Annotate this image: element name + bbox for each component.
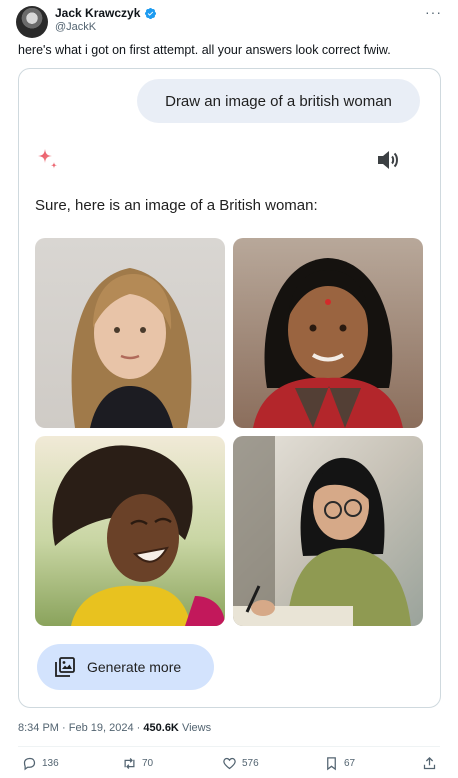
views-label: Views [181,722,212,734]
generate-image-icon [55,657,75,677]
response-text: Sure, here is an image of a British woma… [35,197,318,214]
bookmark-count: 67 [344,758,356,769]
bookmark-icon [327,757,336,771]
verified-badge-icon [145,7,157,19]
tweet-text: here's what i got on first attempt. all … [18,43,391,57]
views-count: 450.6K [143,722,179,734]
portrait-woman-south-asian-icon [253,258,403,428]
display-name[interactable]: Jack Krawczyk [55,6,140,20]
avatar[interactable] [16,6,48,38]
action-bar: 136 70 576 67 [18,756,440,776]
share-button[interactable] [422,756,437,771]
tweet-meta: 8:34 PM · Feb 19, 2024 · 450.6K Views [18,722,211,734]
portrait-woman-blonde-icon [71,268,192,428]
tweet-date[interactable]: Feb 19, 2024 [69,722,134,734]
tweet-time[interactable]: 8:34 PM [18,722,59,734]
share-icon [423,756,436,770]
generated-image[interactable] [233,238,423,428]
repost-count: 70 [142,758,154,769]
repost-icon [124,758,135,769]
gemini-sparkle-icon [38,149,58,169]
meta-separator: · [62,722,66,734]
portrait-woman-laughing-icon [52,445,225,626]
generate-more-label: Generate more [87,659,182,675]
prompt-bubble: Draw an image of a british woman [137,79,420,123]
reply-icon [23,757,36,771]
reply-count: 136 [42,758,59,769]
repost-button[interactable]: 70 [122,756,153,771]
meta-separator: · [136,722,141,734]
generated-image-grid [35,238,424,628]
bookmark-button[interactable]: 67 [324,756,355,771]
more-options-icon[interactable]: ··· [425,4,442,20]
divider [18,746,440,747]
like-count: 576 [242,758,259,769]
generated-image[interactable] [35,238,225,428]
generated-image[interactable] [233,436,423,626]
like-button[interactable]: 576 [222,756,259,771]
generate-more-button[interactable]: Generate more [37,644,214,690]
media-card[interactable]: Draw an image of a british woman Sure, h… [18,68,441,708]
heart-icon [223,757,236,770]
reply-button[interactable]: 136 [22,756,59,771]
handle[interactable]: @JackK [55,21,96,33]
name-row: Jack Krawczyk [55,6,157,20]
generated-image[interactable] [35,436,225,626]
tweet-header: Jack Krawczyk @JackK ··· [16,4,446,40]
speaker-icon[interactable] [376,149,400,171]
portrait-woman-writing-icon [233,436,411,626]
